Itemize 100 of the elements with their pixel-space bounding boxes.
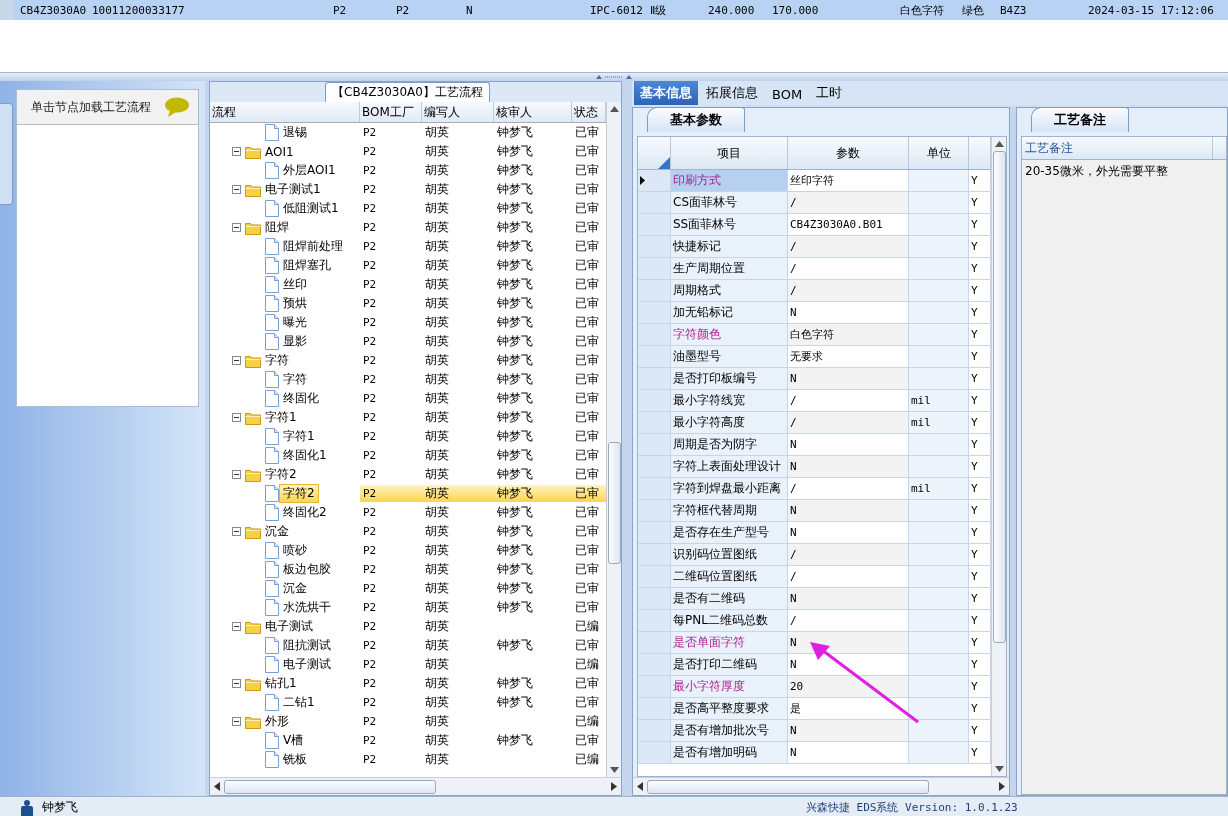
- tree-cell-text: 已编: [574, 751, 600, 768]
- tree-cell: P2: [360, 485, 422, 502]
- splitter-grip-icon[interactable]: [594, 75, 634, 79]
- collapse-icon[interactable]: [232, 223, 241, 232]
- tree-node[interactable]: 字符2: [279, 484, 319, 503]
- column-header[interactable]: 编写人: [422, 102, 494, 122]
- table-cell: 最小字符线宽: [671, 390, 788, 412]
- tree-node[interactable]: 字符: [261, 351, 293, 370]
- tree-node[interactable]: 外形: [261, 712, 293, 731]
- tree-cell-text: 钟梦飞: [496, 561, 534, 578]
- sub-tab[interactable]: 基本参数: [647, 107, 745, 132]
- collapse-icon[interactable]: [232, 147, 241, 156]
- splitter[interactable]: [205, 81, 209, 796]
- scroll-right-icon[interactable]: [999, 782, 1005, 791]
- tree-node[interactable]: 板边包胶: [279, 560, 335, 579]
- tree-cell-text: P2: [362, 676, 378, 692]
- tree-node[interactable]: 字符1: [261, 408, 301, 427]
- tree-cell-text: 钟梦飞: [496, 219, 534, 236]
- scroll-left-icon[interactable]: [637, 782, 643, 791]
- tree-node[interactable]: 字符1: [279, 427, 319, 446]
- tree-node[interactable]: 阻焊前处理: [279, 237, 347, 256]
- panel-title: 【CB4Z3030A0】工艺流程: [325, 82, 490, 102]
- side-tab[interactable]: [0, 103, 13, 205]
- tab[interactable]: 拓展信息: [700, 81, 764, 105]
- collapse-icon[interactable]: [232, 185, 241, 194]
- column-header[interactable]: 单位: [909, 137, 969, 169]
- tree-node[interactable]: 沉金: [279, 579, 311, 598]
- table-cell: Y: [969, 720, 991, 742]
- tree-cell-text: 已审: [574, 219, 600, 236]
- table-cell: 白色字符: [788, 324, 909, 346]
- tree-node[interactable]: 喷砂: [279, 541, 311, 560]
- tree-node[interactable]: V槽: [279, 731, 308, 750]
- tree-node[interactable]: 终固化: [279, 389, 323, 408]
- collapse-icon[interactable]: [232, 470, 241, 479]
- folder-icon: [245, 182, 261, 197]
- sub-tab[interactable]: 工艺备注: [1031, 107, 1129, 132]
- scroll-down-icon[interactable]: [994, 766, 1004, 772]
- tree-node[interactable]: 预烘: [279, 294, 311, 313]
- tree-node[interactable]: 显影: [279, 332, 311, 351]
- tree-node[interactable]: 电子测试: [279, 655, 335, 674]
- scrollbar-thumb[interactable]: [224, 779, 436, 794]
- tab[interactable]: 工时: [810, 81, 849, 105]
- scroll-down-icon[interactable]: [609, 767, 619, 773]
- document-icon: [265, 124, 279, 141]
- tree-node[interactable]: 电子测试1: [261, 180, 325, 199]
- tree-node[interactable]: 外层AOI1: [279, 161, 340, 180]
- scrollbar-thumb[interactable]: [607, 442, 621, 564]
- tree-node[interactable]: AOI1: [261, 142, 298, 161]
- collapse-icon[interactable]: [232, 717, 241, 726]
- tree-node[interactable]: 丝印: [279, 275, 311, 294]
- tree-node[interactable]: 电子测试: [261, 617, 317, 636]
- table-row[interactable]: CB4Z3030A0 10011200033177 P2 P2 N IPC-6012 Ⅱ级 240.000 170.000 白色字符 绿色 B4Z3 2024-03-15 17:12:06: [0, 0, 1228, 20]
- vertical-scrollbar[interactable]: [991, 137, 1006, 776]
- table-cell: Y: [969, 588, 991, 610]
- column-header[interactable]: 参数: [788, 137, 909, 169]
- scroll-up-icon[interactable]: [609, 106, 619, 112]
- tree-cell-text: 胡英: [424, 295, 450, 312]
- table-cell: [909, 676, 969, 698]
- column-header[interactable]: 工艺备注: [1022, 137, 1213, 159]
- table-cell-text: IPC-6012 Ⅱ级: [589, 2, 667, 18]
- tab[interactable]: BOM: [766, 84, 809, 105]
- horizontal-scrollbar[interactable]: [633, 777, 1009, 795]
- vertical-scrollbar[interactable]: [606, 102, 621, 777]
- column-header[interactable]: 核审人: [494, 102, 572, 122]
- tree-node[interactable]: 钻孔1: [261, 674, 301, 693]
- tree-node[interactable]: 字符: [279, 370, 311, 389]
- scrollbar-thumb[interactable]: [647, 779, 929, 794]
- row-header[interactable]: [638, 170, 671, 192]
- tree-node[interactable]: 曝光: [279, 313, 311, 332]
- table-cell: 是否单面字符: [671, 632, 788, 654]
- folder-icon: [245, 144, 261, 159]
- scroll-left-icon[interactable]: [214, 782, 220, 791]
- column-header[interactable]: 项目: [671, 137, 788, 169]
- column-header[interactable]: BOM工厂: [360, 102, 422, 122]
- tree-node[interactable]: 低阻测试1: [279, 199, 343, 218]
- collapse-icon[interactable]: [232, 622, 241, 631]
- tree-node[interactable]: 字符2: [261, 465, 301, 484]
- tree-node[interactable]: 阻抗测试: [279, 636, 335, 655]
- tree-node[interactable]: 终固化2: [279, 503, 331, 522]
- collapse-icon[interactable]: [232, 527, 241, 536]
- scroll-right-icon[interactable]: [611, 782, 617, 791]
- tree-node[interactable]: 阻焊塞孔: [279, 256, 335, 275]
- tree-node[interactable]: 沉金: [261, 522, 293, 541]
- tree-node[interactable]: 阻焊: [261, 218, 293, 237]
- tree-node[interactable]: 水洗烘干: [279, 598, 335, 617]
- tree-node[interactable]: 铣板: [279, 750, 311, 769]
- table-cell: N: [788, 632, 909, 654]
- horizontal-scrollbar[interactable]: [210, 777, 621, 795]
- tree-node[interactable]: 二钻1: [279, 693, 319, 712]
- scrollbar-thumb[interactable]: [992, 151, 1006, 643]
- splitter[interactable]: [1010, 107, 1016, 796]
- tree-node[interactable]: 退锡: [279, 123, 311, 142]
- table-cell: 识别码位置图纸: [671, 544, 788, 566]
- scroll-up-icon[interactable]: [994, 141, 1004, 147]
- collapse-icon[interactable]: [232, 679, 241, 688]
- tab[interactable]: 基本信息: [634, 81, 698, 105]
- collapse-icon[interactable]: [232, 413, 241, 422]
- column-header[interactable]: 流程: [210, 102, 360, 122]
- collapse-icon[interactable]: [232, 356, 241, 365]
- tree-node[interactable]: 终固化1: [279, 446, 331, 465]
